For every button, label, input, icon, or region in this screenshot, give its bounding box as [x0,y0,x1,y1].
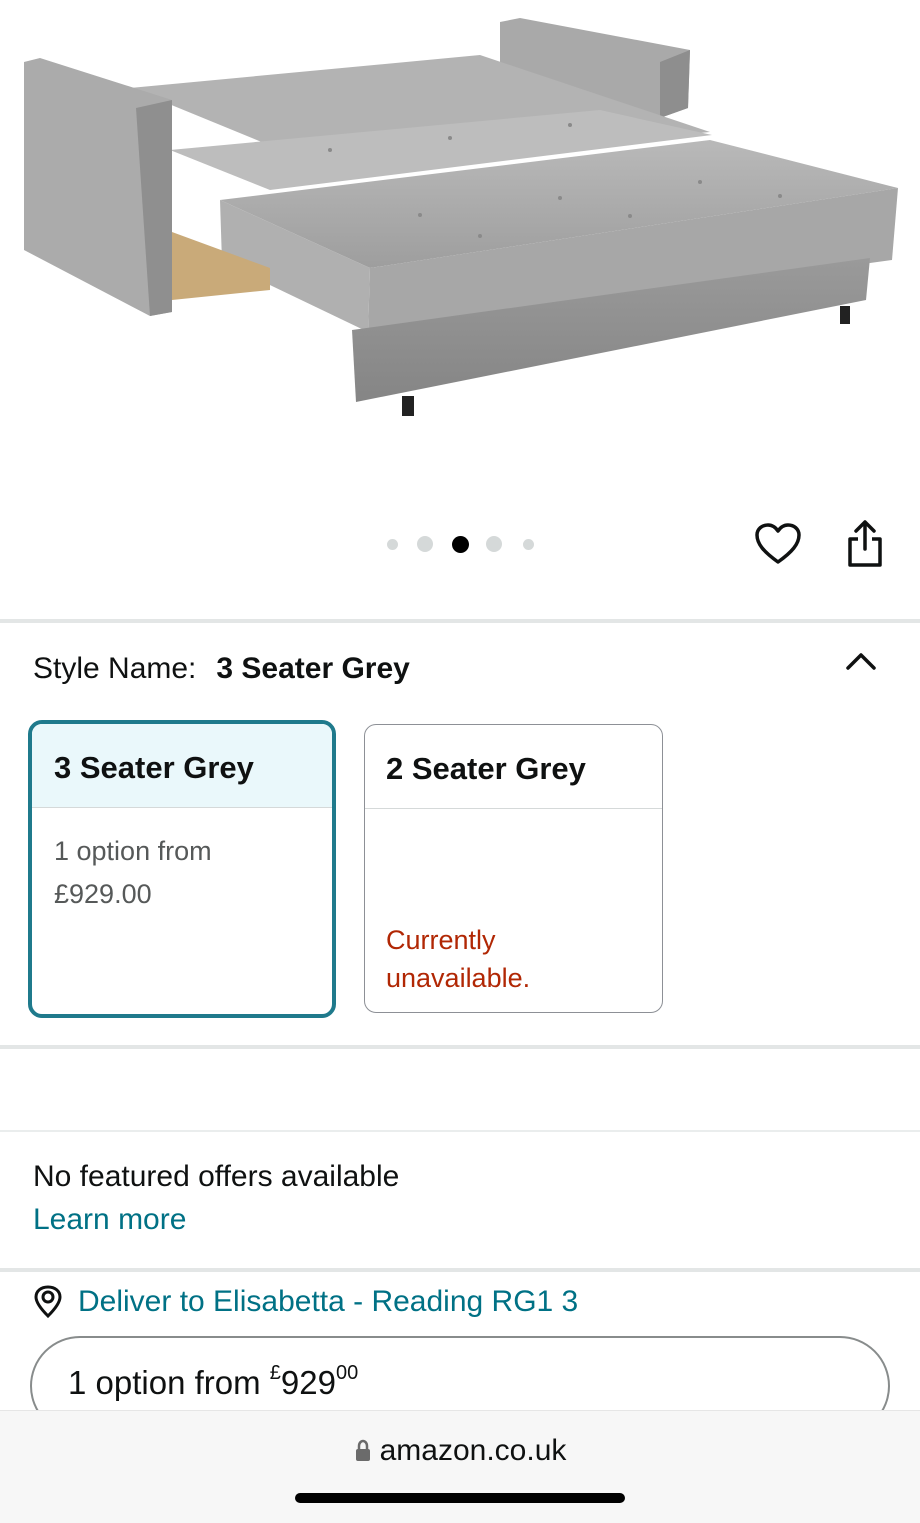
deliver-to-text: Deliver to Elisabetta - Reading RG1 3 [78,1285,579,1318]
price-fraction: 00 [335,1362,359,1384]
gallery-dot-2[interactable] [417,536,433,552]
gallery-dot-4[interactable] [486,536,502,552]
price-currency: £ [269,1362,281,1384]
deliver-to-link[interactable]: Deliver to Elisabetta - Reading RG1 3 [32,1285,578,1319]
wishlist-button[interactable] [752,520,804,568]
buying-options-prefix: 1 option from [68,1364,270,1401]
gallery-dot-1[interactable] [387,539,398,550]
home-indicator[interactable] [295,1493,625,1503]
section-divider [0,1268,920,1272]
share-icon [848,520,882,567]
chevron-up-icon [846,653,876,670]
learn-more-link[interactable]: Learn more [33,1203,186,1237]
style-option-2-seater-grey[interactable]: 2 Seater Grey Currently unavailable. [364,724,663,1013]
unavailable-status-line-2: unavailable. [386,963,531,993]
style-name-label: Style Name: [33,652,197,685]
url-bar[interactable]: amazon.co.uk [0,1434,920,1468]
section-divider [0,1130,920,1132]
url-text: amazon.co.uk [379,1434,567,1467]
section-divider [0,619,920,623]
lock-icon [355,1439,370,1461]
product-image[interactable] [0,0,920,500]
section-divider [0,1045,920,1049]
gallery-pagination [380,530,540,560]
collapse-button[interactable] [842,646,880,676]
style-name-row: Style Name: 3 Seater Grey [33,652,410,686]
unavailable-status-line-1: Currently [386,925,496,955]
style-name-value: 3 Seater Grey [216,652,410,685]
style-option-title: 2 Seater Grey [365,725,662,809]
style-option-3-seater-grey[interactable]: 3 Seater Grey 1 option from £929.00 [28,720,336,1018]
price-whole: 929 [280,1364,336,1401]
no-offers-text: No featured offers available [33,1160,400,1193]
gallery-dot-3-active[interactable] [452,536,469,553]
style-option-availability: 1 option from [54,836,212,866]
gallery-dot-5[interactable] [523,539,534,550]
share-button[interactable] [842,518,888,570]
style-option-price: £929.00 [54,879,152,909]
style-option-title: 3 Seater Grey [32,724,332,808]
location-pin-icon [34,1285,62,1319]
heart-icon [755,523,801,564]
